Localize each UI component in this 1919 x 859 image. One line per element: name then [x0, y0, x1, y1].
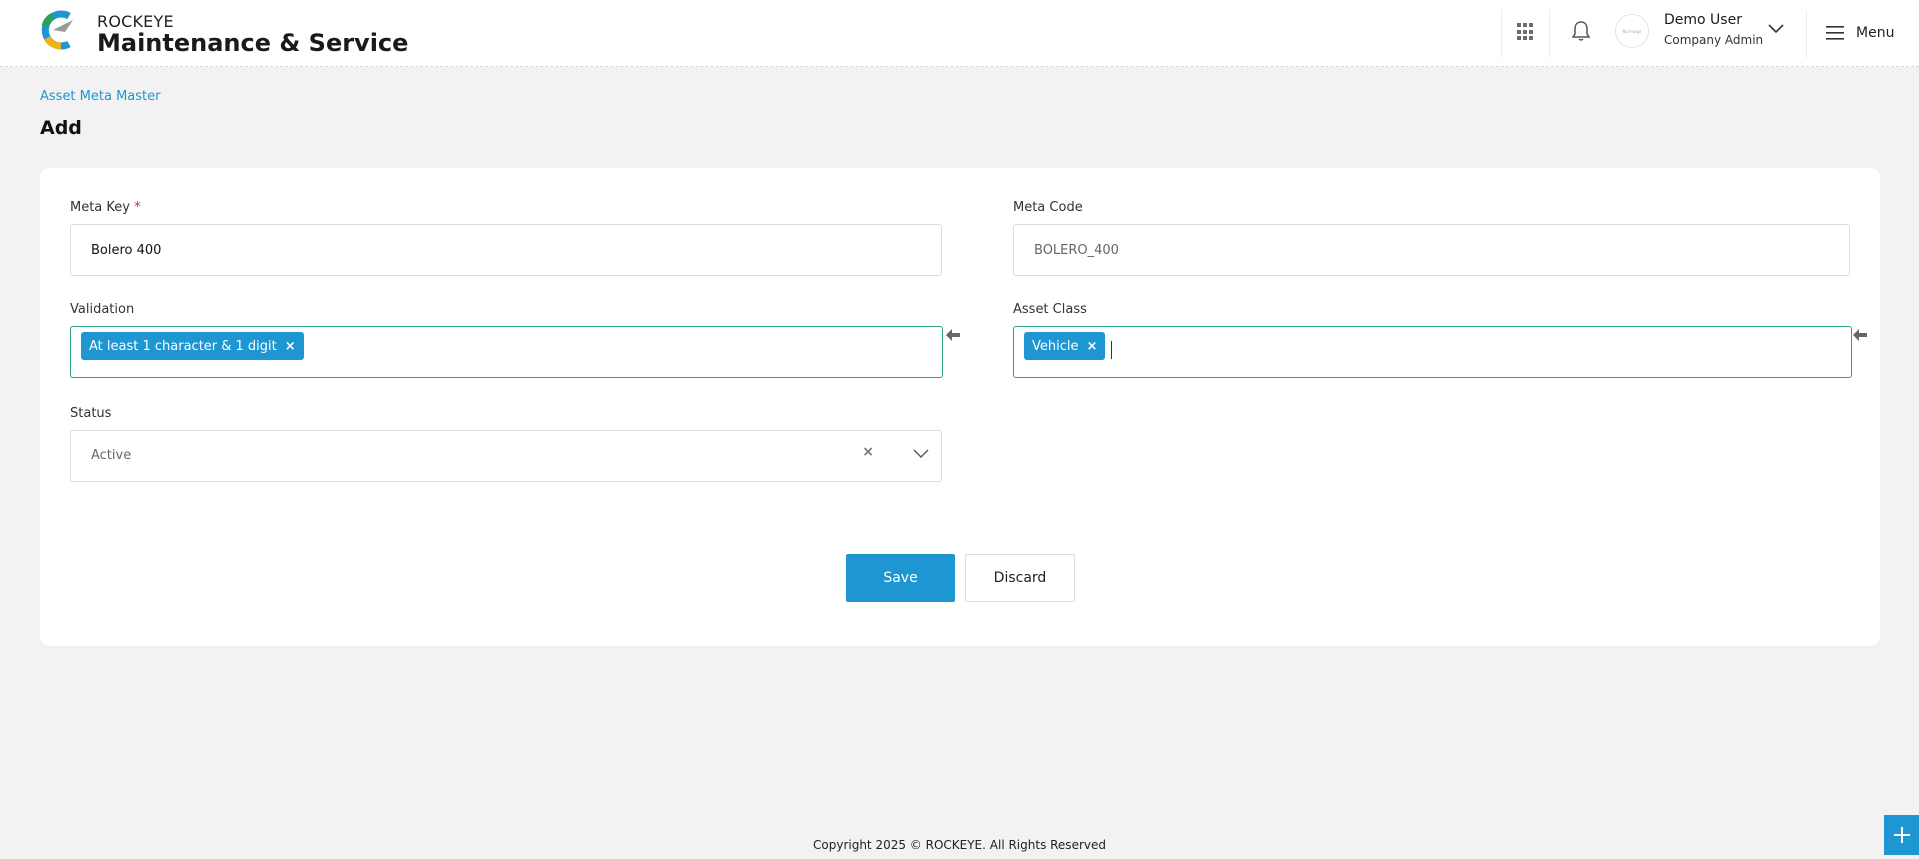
- asset-class-tag-label: Vehicle: [1032, 338, 1079, 354]
- validation-tag: At least 1 character & 1 digit ×: [81, 332, 304, 360]
- clear-icon[interactable]: ×: [862, 444, 874, 460]
- tag-remove-icon[interactable]: ×: [1087, 339, 1098, 354]
- status-label: Status: [70, 406, 112, 421]
- arrow-left-icon[interactable]: [945, 328, 961, 342]
- chevron-down-icon[interactable]: [1768, 24, 1784, 34]
- meta-code-label: Meta Code: [1013, 200, 1083, 215]
- add-fab-button[interactable]: [1884, 815, 1919, 855]
- validation-tag-label: At least 1 character & 1 digit: [89, 338, 277, 354]
- meta-code-input[interactable]: [1013, 224, 1850, 276]
- meta-key-input[interactable]: [70, 224, 942, 276]
- header-divider: [1549, 10, 1550, 58]
- bell-icon[interactable]: [1572, 20, 1590, 42]
- validation-label: Validation: [70, 302, 135, 317]
- menu-button[interactable]: Menu: [1826, 22, 1894, 44]
- menu-label: Menu: [1856, 25, 1895, 41]
- top-header: ROCKEYE Maintenance & Service No Image D…: [0, 0, 1919, 67]
- page-title: Add: [40, 117, 82, 139]
- text-caret: [1111, 341, 1113, 359]
- validation-multiselect[interactable]: At least 1 character & 1 digit ×: [70, 326, 943, 378]
- status-select[interactable]: Active ×: [70, 430, 942, 482]
- header-divider: [1501, 10, 1502, 58]
- user-name[interactable]: Demo User: [1664, 12, 1742, 28]
- logo-icon: [41, 10, 73, 50]
- footer-copyright: Copyright 2025 © ROCKEYE. All Rights Res…: [813, 838, 1106, 852]
- discard-button[interactable]: Discard: [965, 554, 1075, 602]
- avatar[interactable]: No Image: [1615, 14, 1649, 48]
- app-title: Maintenance & Service: [97, 29, 409, 57]
- breadcrumb[interactable]: Asset Meta Master: [40, 89, 160, 104]
- meta-key-label-text: Meta Key: [70, 200, 130, 215]
- asset-class-tag: Vehicle ×: [1024, 332, 1106, 360]
- user-role: Company Admin: [1664, 33, 1764, 47]
- hamburger-icon: [1826, 26, 1844, 40]
- tag-remove-icon[interactable]: ×: [285, 339, 296, 354]
- arrow-left-icon[interactable]: [1852, 328, 1868, 342]
- apps-grid-icon[interactable]: [1517, 23, 1535, 41]
- form-card: Meta Key * Meta Code Validation At least…: [40, 168, 1880, 646]
- status-value: Active: [91, 448, 132, 463]
- asset-class-label: Asset Class: [1013, 302, 1087, 317]
- meta-key-label: Meta Key *: [70, 200, 141, 215]
- chevron-down-icon[interactable]: [913, 449, 929, 459]
- asset-class-multiselect[interactable]: Vehicle ×: [1013, 326, 1852, 378]
- header-divider: [1806, 10, 1807, 58]
- plus-icon: [1893, 827, 1910, 843]
- save-button[interactable]: Save: [846, 554, 955, 602]
- required-mark: *: [134, 200, 141, 215]
